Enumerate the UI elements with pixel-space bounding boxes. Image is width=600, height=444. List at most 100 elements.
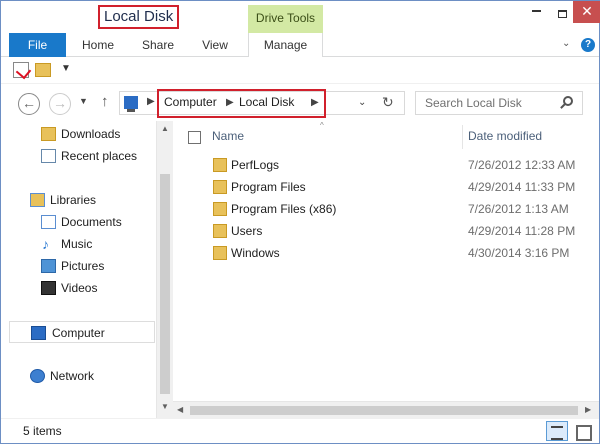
folder-icon <box>213 158 227 172</box>
large-icons-view-icon[interactable] <box>573 422 592 441</box>
folder-icon <box>213 246 227 260</box>
downloads-folder-icon <box>41 127 56 141</box>
sidebar-item-label: Recent places <box>61 149 138 163</box>
select-all-checkbox[interactable] <box>188 131 201 144</box>
sidebar-item-label: Network <box>50 369 95 383</box>
pictures-icon <box>41 259 56 273</box>
breadcrumb-separator-icon[interactable]: ▶ <box>226 97 234 108</box>
sidebar-item-music[interactable]: ♪ Music <box>1 233 156 255</box>
tab-home[interactable]: Home <box>73 33 123 57</box>
file-name: Program Files (x86) <box>231 202 337 216</box>
sidebar-item-recent-places[interactable]: Recent places <box>1 145 156 167</box>
navigation-pane-scrollbar[interactable]: ▲ ▼ <box>156 121 173 418</box>
minimize-button[interactable] <box>523 1 549 23</box>
refresh-icon[interactable]: ↻ <box>382 94 394 111</box>
sidebar-item-label: Videos <box>61 281 98 295</box>
details-view-icon[interactable] <box>546 421 568 441</box>
sidebar-item-videos[interactable]: Videos <box>1 277 156 299</box>
tab-file[interactable]: File <box>9 33 66 57</box>
status-bar: 5 items <box>1 418 599 443</box>
sidebar-item-computer[interactable]: Computer <box>9 321 155 343</box>
sidebar-item-downloads[interactable]: Downloads <box>1 123 156 145</box>
sidebar-item-label: Pictures <box>61 259 105 273</box>
folder-icon <box>213 224 227 238</box>
customize-toolbar-dropdown-icon[interactable]: ▼ <box>61 63 71 74</box>
column-header-name[interactable]: Name <box>212 129 244 143</box>
file-date-modified: 4/30/2014 3:16 PM <box>468 246 570 260</box>
navigation-pane: Downloads Recent places Libraries Docume… <box>1 121 156 418</box>
scroll-left-arrow-icon[interactable]: ◀ <box>177 405 183 414</box>
sidebar-item-label: Computer <box>52 326 105 340</box>
back-button[interactable]: ← <box>18 93 40 115</box>
address-history-dropdown-icon[interactable]: ⌄ <box>358 97 366 108</box>
up-button[interactable]: ↑ <box>101 93 109 110</box>
horizontal-scrollbar[interactable]: ◀ ▶ <box>173 401 599 418</box>
explorer-window: Local Disk Drive Tools ✕ File Home Share… <box>0 0 600 444</box>
network-icon <box>30 369 45 383</box>
address-bar[interactable]: ▶ Computer ▶ Local Disk ▶ ⌄ ↻ <box>119 89 405 118</box>
scroll-up-arrow-icon[interactable]: ▲ <box>161 124 169 133</box>
title-bar[interactable]: Local Disk Drive Tools ✕ <box>1 1 600 36</box>
file-name: PerfLogs <box>231 158 280 172</box>
music-icon: ♪ <box>42 236 49 252</box>
scroll-down-arrow-icon[interactable]: ▼ <box>161 402 169 411</box>
file-name: Windows <box>231 246 280 260</box>
folder-icon <box>213 202 227 216</box>
window-title: Local Disk <box>98 5 179 29</box>
table-row[interactable]: Windows 4/30/2014 3:16 PM <box>173 242 599 264</box>
sidebar-item-pictures[interactable]: Pictures <box>1 255 156 277</box>
sidebar-item-label: Music <box>61 237 93 251</box>
table-row[interactable]: Program Files (x86) 7/26/2012 1:13 AM <box>173 198 599 220</box>
file-date-modified: 7/26/2012 12:33 AM <box>468 158 576 172</box>
new-folder-icon[interactable] <box>35 63 51 77</box>
search-input[interactable]: Search Local Disk <box>415 91 583 115</box>
forward-button[interactable]: → <box>49 93 71 115</box>
file-list: ^ Name Date modified PerfLogs 7/26/2012 … <box>173 121 599 401</box>
search-placeholder: Search Local Disk <box>425 96 522 110</box>
maximize-button[interactable] <box>549 1 575 23</box>
breadcrumb-separator-icon[interactable]: ▶ <box>147 96 155 107</box>
scroll-right-arrow-icon[interactable]: ▶ <box>585 405 591 414</box>
quick-access-toolbar: ▼ <box>1 58 599 84</box>
file-date-modified: 4/29/2014 11:28 PM <box>468 224 576 238</box>
scroll-thumb[interactable] <box>190 406 578 415</box>
tab-share[interactable]: Share <box>135 33 181 57</box>
videos-icon <box>41 281 56 295</box>
file-date-modified: 7/26/2012 1:13 AM <box>468 202 569 216</box>
table-row[interactable]: Program Files 4/29/2014 11:33 PM <box>173 176 599 198</box>
libraries-icon <box>30 193 45 207</box>
column-header-date-modified[interactable]: Date modified <box>468 129 542 143</box>
maximize-icon <box>557 10 567 18</box>
scroll-thumb[interactable] <box>160 174 170 394</box>
table-row[interactable]: Users 4/29/2014 11:28 PM <box>173 220 599 242</box>
search-icon[interactable] <box>563 96 573 106</box>
help-icon[interactable]: ? <box>581 38 595 52</box>
drive-tools-tab[interactable]: Drive Tools <box>248 5 323 36</box>
sidebar-item-label: Documents <box>61 215 122 229</box>
ribbon-tabs: File Home Share View Manage ⌄ ? <box>1 33 599 57</box>
file-name: Users <box>231 224 263 238</box>
ribbon-expand-chevron-icon[interactable]: ⌄ <box>562 38 570 49</box>
computer-icon <box>124 96 138 112</box>
sidebar-item-documents[interactable]: Documents <box>1 211 156 233</box>
minimize-icon <box>531 10 541 12</box>
table-row[interactable]: PerfLogs 7/26/2012 12:33 AM <box>173 154 599 176</box>
computer-icon <box>31 326 46 340</box>
item-count: 5 items <box>23 424 62 438</box>
breadcrumb-separator-icon[interactable]: ▶ <box>311 97 319 108</box>
sidebar-item-libraries[interactable]: Libraries <box>1 189 156 211</box>
recent-locations-dropdown-icon[interactable]: ▼ <box>79 96 88 106</box>
sidebar-item-label: Libraries <box>50 193 97 207</box>
close-button[interactable]: ✕ <box>573 1 600 23</box>
file-name: Program Files <box>231 180 306 194</box>
breadcrumb-local-disk[interactable]: Local Disk <box>239 95 294 109</box>
breadcrumb-computer[interactable]: Computer <box>164 95 217 109</box>
tab-manage[interactable]: Manage <box>248 33 323 57</box>
file-date-modified: 4/29/2014 11:33 PM <box>468 180 576 194</box>
sidebar-item-network[interactable]: Network <box>1 365 156 387</box>
folder-icon <box>213 180 227 194</box>
column-divider[interactable] <box>462 125 463 149</box>
column-header-row: Name Date modified <box>173 125 599 149</box>
tab-view[interactable]: View <box>195 33 235 57</box>
properties-icon[interactable] <box>13 62 29 78</box>
